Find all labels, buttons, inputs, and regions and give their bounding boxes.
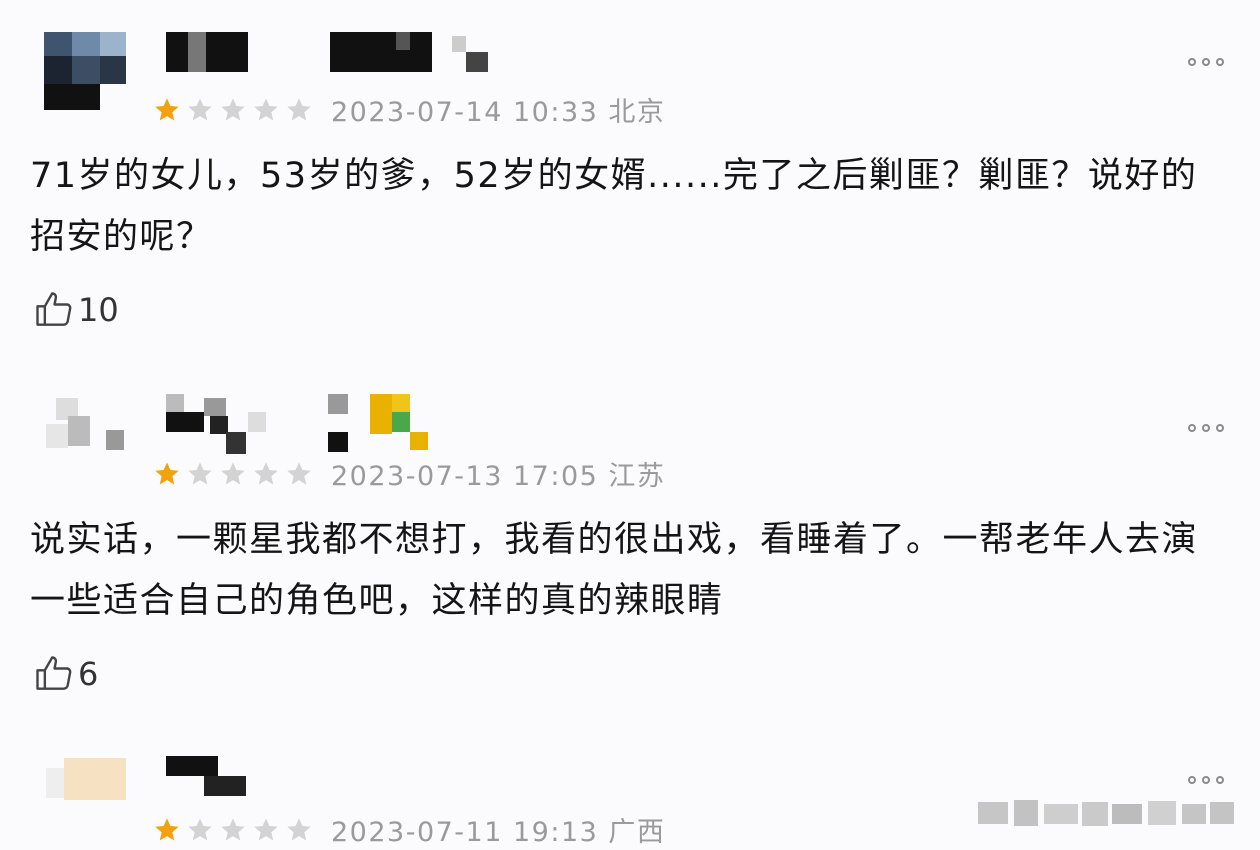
comment-meta: 2023-07-14 10:33 北京	[152, 90, 665, 129]
star-filled-icon	[152, 96, 182, 124]
comment-feed: 2023-07-14 10:33 北京 71岁的女儿，53岁的爹，52岁的女婿.…	[0, 0, 1260, 850]
like-button[interactable]: 6	[32, 652, 98, 696]
star-empty-icon	[185, 460, 215, 488]
username-redacted[interactable]	[166, 32, 496, 74]
more-dots-icon[interactable]	[1188, 424, 1224, 432]
star-filled-icon	[152, 816, 182, 844]
star-empty-icon	[185, 816, 215, 844]
comment-date: 2023-07-11 19:13 广西	[331, 817, 666, 848]
rating-stars	[152, 96, 317, 124]
star-empty-icon	[218, 460, 248, 488]
star-empty-icon	[251, 816, 281, 844]
comment-text: 71岁的女儿，53岁的爹，52岁的女婿......完了之后剿匪？剿匪？说好的招安…	[30, 156, 1198, 257]
star-empty-icon	[251, 96, 281, 124]
username-redacted[interactable]	[166, 394, 436, 456]
more-dots-icon[interactable]	[1188, 776, 1224, 784]
comment-card: 2023-07-13 17:05 江苏 说实话，一颗星我都不想打，我看的很出戏，…	[0, 370, 1260, 710]
avatar[interactable]	[44, 32, 126, 110]
comment-date: 2023-07-13 17:05 江苏	[331, 461, 666, 492]
star-empty-icon	[185, 96, 215, 124]
comment-meta: 2023-07-11 19:13 广西	[152, 810, 665, 849]
thumbs-up-icon	[32, 652, 76, 696]
star-empty-icon	[218, 816, 248, 844]
star-filled-icon	[152, 460, 182, 488]
more-dots-icon[interactable]	[1188, 58, 1224, 66]
thumbs-up-icon	[32, 288, 76, 332]
like-count: 6	[78, 655, 99, 693]
rating-stars	[152, 816, 317, 844]
rating-stars	[152, 460, 317, 488]
comment-meta: 2023-07-13 17:05 江苏	[152, 454, 665, 493]
avatar[interactable]	[44, 394, 126, 472]
comment-text: 说实话，一颗星我都不想打，我看的很出戏，看睡着了。一帮老年人去演一些适合自己的角…	[30, 520, 1199, 621]
star-empty-icon	[251, 460, 281, 488]
watermark	[972, 792, 1240, 832]
like-count: 10	[78, 291, 119, 329]
like-button[interactable]: 10	[32, 288, 119, 332]
comment-card: 2023-07-14 10:33 北京 71岁的女儿，53岁的爹，52岁的女婿.…	[0, 0, 1260, 360]
star-empty-icon	[284, 816, 314, 844]
avatar[interactable]	[44, 750, 126, 828]
star-empty-icon	[284, 96, 314, 124]
star-empty-icon	[284, 460, 314, 488]
star-empty-icon	[218, 96, 248, 124]
comment-date: 2023-07-14 10:33 北京	[331, 97, 666, 128]
username-redacted[interactable]	[166, 756, 256, 798]
